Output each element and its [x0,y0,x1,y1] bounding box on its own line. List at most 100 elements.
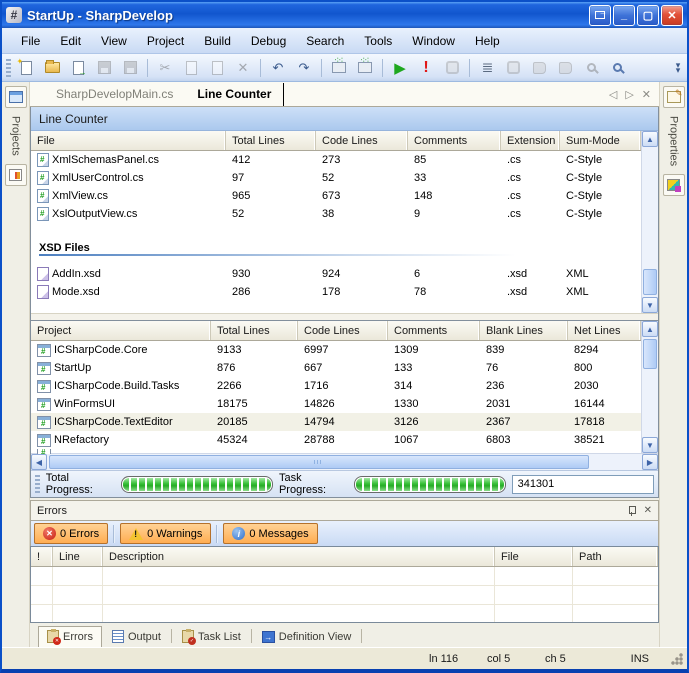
project-row[interactable]: WinFormsUI 18175 14826 1330 2031 16144 [31,395,641,413]
project-browser-tab-button[interactable] [5,86,27,108]
close-tab-icon[interactable]: ✕ [642,88,651,101]
close-panel-icon[interactable]: ✕ [644,505,652,516]
menu-tools[interactable]: Tools [355,31,401,51]
prev-bookmark-icon[interactable] [528,58,550,78]
project-row[interactable]: ICSharpCode.Build.Tasks 2266 1716 314 23… [31,377,641,395]
col-total-lines[interactable]: Total Lines [211,321,298,340]
toolbox-tab-button[interactable] [663,174,685,196]
project-row[interactable]: NRefactory 45324 28788 1067 6803 38521 [31,431,641,449]
minimize-button[interactable]: _ [613,5,635,26]
menu-project[interactable]: Project [138,31,193,51]
toolbar-overflow-button[interactable]: ▾▾ [673,63,683,73]
tab-output[interactable]: Output [104,627,169,647]
scrollbar-thumb[interactable] [49,455,589,469]
next-bookmark-icon[interactable] [554,58,576,78]
build-icon[interactable] [328,58,350,78]
find-in-files-icon[interactable] [580,58,602,78]
col-project[interactable]: Project [31,321,211,340]
scroll-left-icon[interactable]: ◀ [31,454,47,470]
horizontal-scrollbar[interactable]: ◀ ▶ [31,453,658,470]
scroll-right-icon[interactable]: ▶ [642,454,658,470]
warnings-filter-button[interactable]: 0 Warnings [120,523,211,544]
col-sum-mode[interactable]: Sum-Mode [560,131,641,150]
menu-help[interactable]: Help [466,31,509,51]
save-all-icon[interactable] [119,58,141,78]
file-row[interactable]: Mode.xsd 286 178 78 .xsd XML [31,283,641,301]
tab-errors[interactable]: Errors [38,626,102,647]
undo-icon[interactable]: ↶ [267,58,289,78]
paste-icon[interactable] [206,58,228,78]
col-file[interactable]: File [31,131,226,150]
col-file[interactable]: File [495,547,573,566]
col-comments[interactable]: Comments [388,321,480,340]
delete-icon[interactable]: ✕ [232,58,254,78]
col-total-lines[interactable]: Total Lines [226,131,316,150]
menu-window[interactable]: Window [403,31,464,51]
tab-task-list[interactable]: Task List [174,627,249,647]
pin-icon[interactable] [628,506,636,516]
menu-search[interactable]: Search [297,31,353,51]
open-file-icon[interactable] [67,58,89,78]
maximize-button[interactable]: ▢ [637,5,659,26]
toolbar-grip[interactable] [6,59,11,77]
col-code-lines[interactable]: Code Lines [316,131,408,150]
properties-tab-button[interactable] [663,86,685,108]
properties-tab-label[interactable]: Properties [668,110,680,172]
run-icon[interactable]: ▶ [389,58,411,78]
resize-grip[interactable] [671,653,683,665]
comment-region-icon[interactable] [502,58,524,78]
tools-window-tab-button[interactable] [5,164,27,186]
menu-file[interactable]: File [12,31,49,51]
tab-definition-view[interactable]: → Definition View [254,628,360,647]
col-extension[interactable]: Extension [501,131,560,150]
file-row[interactable]: XmlSchemasPanel.cs 412 273 85 .cs C-Styl… [31,151,641,169]
tab-line-counter[interactable]: Line Counter [185,83,284,106]
next-tab-icon[interactable]: ▷ [625,88,633,101]
col-comments[interactable]: Comments [408,131,501,150]
col-description[interactable]: Description [103,547,495,566]
col-code-lines[interactable]: Code Lines [298,321,388,340]
record-icon[interactable] [441,58,463,78]
title-bar[interactable]: # StartUp - SharpDevelop _ ▢ ✕ [2,2,687,28]
file-row[interactable]: XslOutputView.cs 52 38 9 .cs C-Style [31,205,641,223]
show-output-icon[interactable]: ≣ [476,58,498,78]
messages-filter-button[interactable]: i 0 Messages [223,523,317,544]
menu-debug[interactable]: Debug [242,31,295,51]
scrollbar-thumb[interactable] [643,269,657,295]
scroll-up-icon[interactable]: ▲ [642,321,658,337]
scroll-up-icon[interactable]: ▲ [642,131,658,147]
col-blank-lines[interactable]: Blank Lines [480,321,568,340]
scroll-down-icon[interactable]: ▼ [642,297,658,313]
open-folder-icon[interactable] [41,58,63,78]
col-severity[interactable]: ! [31,547,53,566]
close-button[interactable]: ✕ [661,5,683,26]
files-table-scrollbar[interactable]: ▲ ▼ [641,131,658,313]
search-icon[interactable] [606,58,628,78]
project-row[interactable]: ICSharpCode.Core 9133 6997 1309 839 8294 [31,341,641,359]
project-row-selected[interactable]: ICSharpCode.TextEditor 20185 14794 3126 … [31,413,641,431]
scroll-down-icon[interactable]: ▼ [642,437,658,453]
menu-view[interactable]: View [92,31,136,51]
redo-icon[interactable]: ↷ [293,58,315,78]
scrollbar-thumb[interactable] [643,339,657,369]
errors-filter-button[interactable]: ✕ 0 Errors [34,523,108,544]
menu-build[interactable]: Build [195,31,240,51]
dock-window-button[interactable] [589,5,611,26]
errors-panel-titlebar[interactable]: Errors ✕ [30,500,659,520]
prev-tab-icon[interactable]: ◁ [609,88,617,101]
col-path[interactable]: Path [573,547,658,566]
save-icon[interactable] [93,58,115,78]
projects-tab-label[interactable]: Projects [10,110,22,162]
abort-build-icon[interactable]: ! [415,58,437,78]
file-row[interactable]: XmlUserControl.cs 97 52 33 .cs C-Style [31,169,641,187]
cut-icon[interactable]: ✂ [154,58,176,78]
col-net-lines[interactable]: Net Lines [568,321,641,340]
rebuild-all-icon[interactable] [354,58,376,78]
col-line[interactable]: Line [53,547,103,566]
copy-icon[interactable] [180,58,202,78]
tab-sharpdevelopmain[interactable]: SharpDevelopMain.cs [44,83,185,106]
file-row[interactable]: AddIn.xsd 930 924 6 .xsd XML [31,265,641,283]
file-row[interactable]: XmlView.cs 965 673 148 .cs C-Style [31,187,641,205]
projects-table-scrollbar[interactable]: ▲ ▼ [641,321,658,453]
progress-grip[interactable] [35,475,40,493]
